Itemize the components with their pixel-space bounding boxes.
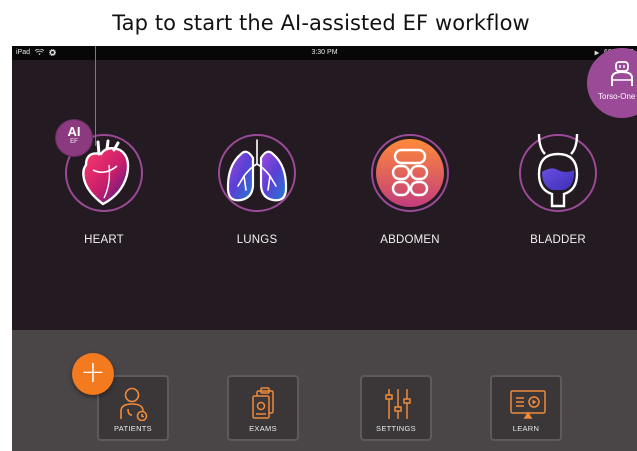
nav-label: SETTINGS (376, 424, 416, 433)
organ-label: BLADDER (530, 234, 586, 246)
ai-ef-label: AI (67, 124, 81, 139)
patient-icon (120, 387, 148, 421)
ef-label: EF (70, 139, 78, 145)
settings-sliders-icon (385, 389, 411, 419)
learn-video-icon (510, 390, 546, 419)
ai-ef-button[interactable]: AI EF (56, 120, 92, 156)
preset-label: Torso-One (598, 92, 636, 101)
app-screen: iPad 3:30 PM 60% Torso-One AI EF (12, 46, 637, 451)
callout-caption: Tap to start the AI-assisted EF workflow (112, 11, 530, 35)
nav-label: LEARN (512, 424, 540, 433)
organ-label: ABDOMEN (380, 234, 440, 246)
organ-lungs-button[interactable]: LUNGS (207, 132, 307, 246)
add-exam-fab[interactable]: + (72, 353, 114, 395)
bladder-icon (519, 133, 597, 212)
abdomen-icon (371, 134, 449, 212)
nav-label: EXAMS (249, 424, 277, 433)
lungs-icon (218, 134, 296, 212)
location-arrow-icon (594, 50, 600, 55)
nav-settings-button[interactable]: SETTINGS (360, 375, 432, 441)
organ-abdomen-button[interactable]: ABDOMEN (360, 132, 460, 246)
organ-label: LUNGS (236, 234, 278, 246)
exams-icon (252, 387, 274, 419)
organ-bladder-button[interactable]: BLADDER (508, 132, 608, 246)
organ-label: HEART (84, 234, 124, 246)
status-bar: iPad 3:30 PM 60% (12, 46, 637, 60)
callout-line (95, 46, 96, 146)
nav-exams-button[interactable]: EXAMS (227, 375, 299, 441)
status-time: 3:30 PM (311, 49, 338, 56)
nav-learn-button[interactable]: LEARN (490, 375, 562, 441)
probe-icon (611, 61, 633, 86)
nav-label: PATIENTS (114, 424, 152, 433)
